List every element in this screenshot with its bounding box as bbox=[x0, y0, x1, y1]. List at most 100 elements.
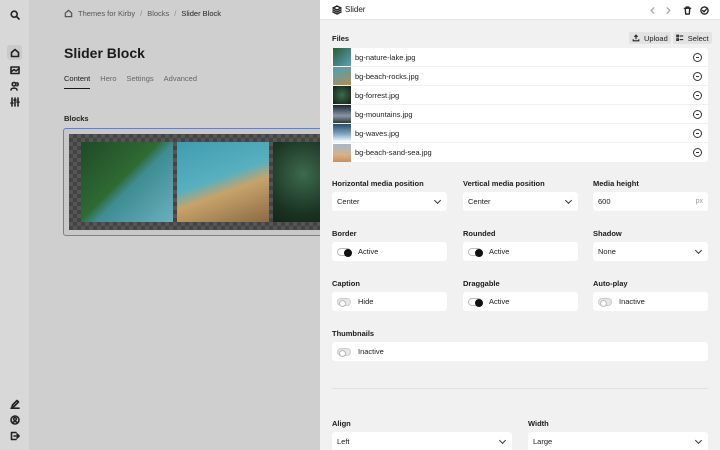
remove-icon[interactable] bbox=[693, 53, 702, 62]
tab-hero[interactable]: Hero bbox=[100, 74, 116, 89]
border-toggle[interactable]: Active bbox=[332, 242, 447, 261]
toggle-switch[interactable] bbox=[337, 247, 352, 257]
trash-icon bbox=[683, 5, 691, 15]
slide-image bbox=[177, 142, 269, 222]
file-item[interactable]: bg-waves.jpg bbox=[332, 124, 708, 143]
remove-icon[interactable] bbox=[693, 72, 702, 81]
upload-button[interactable]: Upload bbox=[629, 32, 671, 44]
vertical-position-select[interactable]: Center bbox=[463, 192, 578, 211]
remove-icon[interactable] bbox=[693, 91, 702, 100]
file-thumbnail bbox=[333, 67, 351, 85]
toggle-switch[interactable] bbox=[337, 297, 351, 307]
files-label: Files bbox=[332, 34, 350, 43]
file-item[interactable]: bg-beach-rocks.jpg bbox=[332, 67, 708, 86]
draggable-value: Active bbox=[489, 297, 510, 306]
select-button[interactable]: Select bbox=[672, 32, 712, 44]
next-button[interactable] bbox=[662, 4, 674, 16]
vertical-position-value: Center bbox=[468, 197, 491, 206]
thumbnails-toggle[interactable]: Inactive bbox=[332, 342, 708, 361]
edit-icon[interactable] bbox=[7, 396, 22, 411]
home-icon[interactable] bbox=[64, 9, 73, 18]
horizontal-position-value: Center bbox=[337, 197, 360, 206]
main-content: Themes for Kirby / Blocks / Slider Block… bbox=[29, 0, 353, 450]
file-name: bg-waves.jpg bbox=[355, 128, 400, 138]
file-thumbnail bbox=[333, 143, 351, 162]
file-thumbnail bbox=[333, 105, 351, 123]
slider-block-preview[interactable] bbox=[63, 128, 353, 236]
checklist-icon bbox=[676, 34, 683, 41]
breadcrumb-separator: / bbox=[174, 9, 177, 18]
settings-icon[interactable] bbox=[7, 94, 22, 109]
page-title: Slider Block bbox=[64, 45, 145, 61]
shadow-select[interactable]: None bbox=[593, 242, 708, 261]
file-thumbnail bbox=[333, 86, 351, 104]
breadcrumb-separator: / bbox=[140, 9, 143, 18]
toggle-switch[interactable] bbox=[598, 297, 612, 307]
block-drawer: Slider Files Upload Select bg-nature-lak… bbox=[320, 0, 720, 450]
breadcrumb-item-current[interactable]: Slider Block bbox=[181, 9, 221, 18]
delete-button[interactable] bbox=[681, 4, 693, 16]
files-actions: Upload Select bbox=[629, 32, 712, 44]
remove-icon[interactable] bbox=[693, 148, 702, 157]
toggle-switch[interactable] bbox=[337, 347, 351, 357]
file-name: bg-beach-sand-sea.jpg bbox=[355, 148, 432, 157]
blocks-label: Blocks bbox=[64, 114, 89, 123]
border-value: Active bbox=[358, 247, 379, 256]
breadcrumb: Themes for Kirby / Blocks / Slider Block bbox=[64, 9, 221, 18]
file-item[interactable]: bg-mountains.jpg bbox=[332, 105, 708, 124]
chevron-right-icon bbox=[665, 6, 671, 14]
shadow-value: None bbox=[598, 247, 616, 256]
media-height-input[interactable]: 600 px bbox=[593, 192, 708, 211]
users-icon[interactable] bbox=[7, 78, 22, 93]
shadow-label: Shadow bbox=[593, 229, 622, 238]
file-name: bg-nature-lake.jpg bbox=[355, 52, 416, 62]
remove-icon[interactable] bbox=[693, 129, 702, 138]
image-icon[interactable] bbox=[7, 62, 22, 77]
rounded-toggle[interactable]: Active bbox=[463, 242, 578, 261]
file-item[interactable]: bg-forrest.jpg bbox=[332, 86, 708, 105]
file-thumbnail bbox=[333, 48, 351, 66]
file-item[interactable]: bg-nature-lake.jpg bbox=[332, 48, 708, 67]
toggle-switch[interactable] bbox=[468, 297, 483, 307]
account-icon[interactable] bbox=[7, 412, 22, 427]
previous-button[interactable] bbox=[646, 4, 658, 16]
width-label: Width bbox=[528, 419, 549, 428]
tab-content[interactable]: Content bbox=[64, 74, 91, 89]
breadcrumb-item-site[interactable]: Themes for Kirby bbox=[78, 9, 135, 18]
file-name: bg-mountains.jpg bbox=[355, 109, 413, 119]
align-label: Align bbox=[332, 419, 351, 428]
autoplay-label: Auto-play bbox=[593, 279, 628, 288]
logout-icon[interactable] bbox=[7, 428, 22, 443]
breadcrumb-item-blocks[interactable]: Blocks bbox=[147, 9, 169, 18]
media-height-value: 600 bbox=[598, 197, 611, 206]
caption-label: Caption bbox=[332, 279, 360, 288]
caption-toggle[interactable]: Hide bbox=[332, 292, 447, 311]
horizontal-position-select[interactable]: Center bbox=[332, 192, 447, 211]
section-divider bbox=[332, 388, 708, 389]
confirm-button[interactable] bbox=[698, 4, 710, 16]
page-tabs: Content Hero Settings Advanced bbox=[64, 74, 197, 89]
file-name: bg-forrest.jpg bbox=[355, 90, 400, 100]
remove-icon[interactable] bbox=[693, 110, 702, 119]
check-circle-icon bbox=[699, 5, 709, 15]
thumbnails-label: Thumbnails bbox=[332, 329, 375, 338]
drawer-header: Slider bbox=[320, 0, 720, 20]
home-icon[interactable] bbox=[7, 45, 22, 60]
search-icon[interactable] bbox=[7, 7, 22, 22]
toggle-switch[interactable] bbox=[468, 247, 483, 257]
tab-settings[interactable]: Settings bbox=[127, 74, 154, 89]
caption-value: Hide bbox=[358, 297, 374, 306]
layers-icon bbox=[332, 5, 342, 15]
autoplay-toggle[interactable]: Inactive bbox=[593, 292, 708, 311]
width-select[interactable]: Large bbox=[528, 432, 708, 450]
chevron-down-icon bbox=[694, 436, 703, 445]
sidebar-rail bbox=[0, 0, 29, 450]
chevron-down-icon bbox=[433, 196, 442, 205]
width-value: Large bbox=[533, 437, 553, 446]
upload-label: Upload bbox=[644, 33, 668, 43]
media-height-label: Media height bbox=[593, 179, 639, 188]
draggable-toggle[interactable]: Active bbox=[463, 292, 578, 311]
file-item[interactable]: bg-beach-sand-sea.jpg bbox=[332, 143, 708, 162]
tab-advanced[interactable]: Advanced bbox=[164, 74, 197, 89]
align-select[interactable]: Left bbox=[332, 432, 512, 450]
